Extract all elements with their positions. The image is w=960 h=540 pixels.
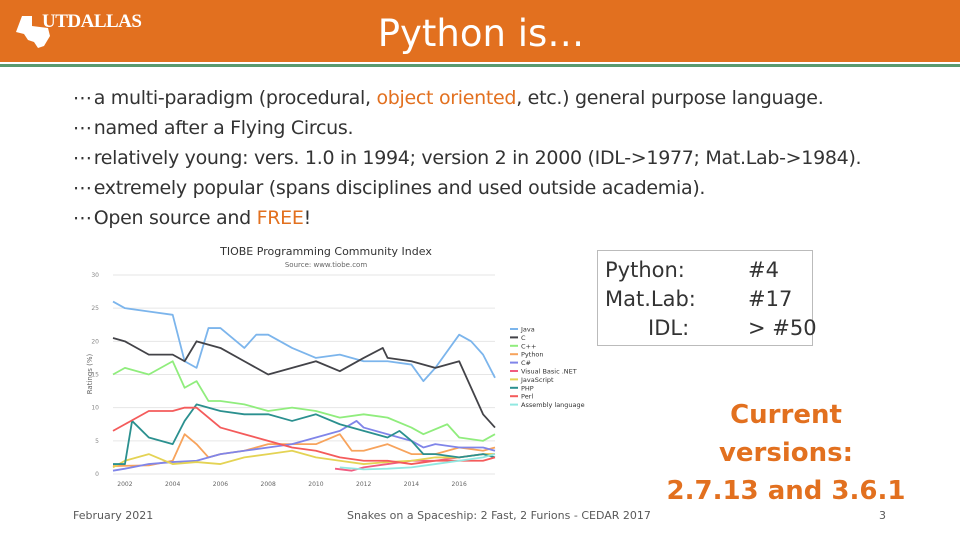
- rank-value-idl: > #50: [748, 316, 817, 340]
- slide-title: Python is…: [377, 12, 585, 55]
- bullet-text: extremely popular (spans disciplines and…: [93, 177, 706, 199]
- rank-lang-python: Python:: [605, 258, 685, 282]
- bullet-marker: ⋯: [73, 117, 92, 139]
- legend-label: C#: [521, 359, 531, 367]
- legend-label: Assembly language: [521, 401, 585, 409]
- bullet-marker: ⋯: [73, 147, 92, 169]
- y-tick-label: 20: [91, 338, 99, 345]
- legend-label: Perl: [521, 393, 533, 401]
- bullet-text: relatively young: vers. 1.0 in 1994; ver…: [93, 147, 862, 169]
- y-tick-label: 10: [91, 405, 99, 412]
- x-tick-label: 2006: [213, 481, 228, 488]
- tiobe-chart: TIOBE Programming Community Index Source…: [86, 245, 585, 488]
- legend-label: C: [521, 334, 526, 342]
- series-line-c-: [112, 360, 496, 442]
- bullet-text: Open source and: [93, 207, 257, 229]
- legend-label: PHP: [521, 384, 534, 392]
- legend-label: Python: [521, 351, 544, 359]
- versions-numbers: 2.7.13 and 3.6.1: [666, 476, 906, 506]
- series-line-perl: [112, 406, 496, 465]
- bullet-highlight: object oriented: [376, 87, 517, 109]
- legend-label: Java: [520, 326, 535, 334]
- legend-label: C++: [521, 342, 536, 350]
- bullet-marker: ⋯: [73, 177, 92, 199]
- y-tick-label: 30: [91, 272, 99, 279]
- series-line-php: [113, 403, 496, 465]
- bullet-text: a multi-paradigm (procedural,: [93, 87, 377, 109]
- bullet-marker: ⋯: [73, 207, 92, 229]
- y-tick-label: 0: [95, 471, 99, 478]
- chart-subtitle: Source: www.tiobe.com: [285, 261, 367, 269]
- x-tick-label: 2016: [452, 481, 467, 488]
- x-tick-label: 2004: [165, 481, 180, 488]
- rank-value-matlab: #17: [748, 287, 793, 311]
- footer-date: February 2021: [73, 509, 154, 522]
- x-tick-label: 2012: [356, 481, 371, 488]
- bullet-text: !: [303, 207, 312, 229]
- x-tick-label: 2002: [117, 481, 132, 488]
- bullet-item: ⋯ named after a Flying Circus.: [73, 117, 354, 139]
- legend-label: Visual Basic .NET: [521, 368, 577, 376]
- chart-title: TIOBE Programming Community Index: [219, 245, 432, 258]
- x-tick-label: 2014: [404, 481, 419, 488]
- page-number: 3: [879, 509, 886, 522]
- y-tick-label: 5: [95, 438, 99, 445]
- y-tick-label: 15: [91, 372, 99, 379]
- series-line-c: [112, 337, 496, 429]
- rank-lang-matlab: Mat.Lab:: [605, 287, 696, 311]
- header-accent-line: [0, 64, 960, 67]
- bullet-text: named after a Flying Circus.: [93, 117, 354, 139]
- bullet-text: , etc.) general purpose language.: [516, 87, 824, 109]
- x-tick-label: 2010: [308, 481, 323, 488]
- bullet-highlight: FREE: [256, 207, 304, 229]
- bullet-item: ⋯ a multi-paradigm (procedural, object or…: [73, 87, 824, 109]
- bullet-marker: ⋯: [73, 87, 92, 109]
- current-versions: Current versions: 2.7.13 and 3.6.1: [660, 396, 912, 510]
- bullet-item: ⋯ extremely popular (spans disciplines an…: [73, 177, 705, 199]
- y-tick-label: 25: [91, 305, 99, 312]
- footer-title: Snakes on a Spaceship: 2 Fast, 2 Furions…: [347, 509, 651, 522]
- rank-value-python: #4: [748, 258, 779, 282]
- ranking-box: Python: #4 Mat.Lab: #17 IDL: > #50: [597, 250, 817, 346]
- bullet-item: ⋯ relatively young: vers. 1.0 in 1994; ve…: [73, 147, 862, 169]
- versions-heading: Current versions:: [718, 400, 854, 468]
- x-tick-label: 2008: [261, 481, 276, 488]
- bullet-item: ⋯ Open source and FREE!: [73, 207, 311, 229]
- rank-lang-idl: IDL:: [648, 316, 690, 340]
- legend-label: JavaScript: [520, 376, 554, 384]
